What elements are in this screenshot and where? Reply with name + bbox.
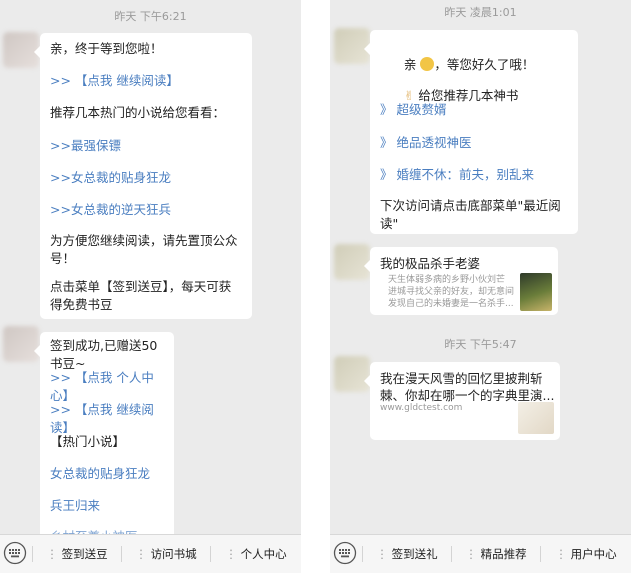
- timestamp: 昨天 下午5:47: [444, 338, 517, 351]
- menu-checkin-gift[interactable]: ⋮ 签到送礼: [363, 535, 451, 573]
- right-chat-screen: 昨天 凌晨1:01 亲 ，等您好久了哦！ ✌ 给您推荐几本神书 》 超级赘婿 》…: [330, 0, 631, 573]
- menu-checkin-beans[interactable]: ⋮ 签到送豆: [33, 535, 121, 573]
- novel-link[interactable]: >>女总裁的贴身狂龙: [50, 169, 244, 187]
- card-thumbnail: [520, 273, 552, 311]
- keyboard-icon[interactable]: [333, 541, 357, 565]
- timestamp: 昨天 下午6:21: [114, 10, 187, 23]
- article-card[interactable]: 我在漫天风雪的回忆里披荆斩 棘、你却在哪一个的字典里演... www.gldct…: [364, 362, 560, 440]
- keyboard-icon[interactable]: [3, 541, 27, 565]
- message-line: 下次访问请点击底部菜单"最近阅 读": [380, 198, 561, 231]
- bottom-menu-bar: ⋮ 签到送礼 ⋮ 精品推荐 ⋮ 用户中心: [330, 534, 631, 573]
- message-line: 点击菜单【签到送豆】，每天可获 得免费书豆: [50, 279, 232, 312]
- novel-link[interactable]: >>最强保镖: [50, 137, 244, 155]
- novel-link[interactable]: 》 绝品透视神医: [380, 134, 570, 152]
- timestamp: 昨天 凌晨1:01: [444, 6, 517, 19]
- message-line: 推荐几本热门的小说给您看看：: [50, 105, 226, 120]
- card-thumbnail: [518, 402, 554, 434]
- personal-center-link[interactable]: >> 【点我 个人中心】: [50, 369, 166, 405]
- bottom-menu-bar: ⋮ 签到送豆 ⋮ 访问书城 ⋮ 个人中心: [0, 534, 301, 573]
- left-chat-screen: 昨天 下午6:21 亲，终于等到您啦！ >> 【点我 继续阅读】 推荐几本热门的…: [0, 0, 301, 573]
- menu-dots-icon: ⋮: [135, 547, 151, 561]
- message-line: 亲，终于等到您啦！: [50, 41, 163, 56]
- card-url: www.gldctest.com: [380, 403, 463, 413]
- menu-dots-icon: ⋮: [225, 547, 241, 561]
- message-line: 为方便您继续阅读，请先置顶公众 号！: [50, 233, 238, 266]
- card-title: 我在漫天风雪的回忆里披荆斩 棘、你却在哪一个的字典里演...: [380, 371, 555, 403]
- card-title: 我的极品杀手老婆: [380, 256, 481, 271]
- novel-link[interactable]: 女总裁的贴身狂龙: [50, 465, 166, 483]
- novel-link[interactable]: >>女总裁的逆天狂兵: [50, 201, 244, 219]
- message-line: 签到成功,已赠送50书豆~: [50, 338, 158, 371]
- novel-link[interactable]: 》 超级赘婿: [380, 101, 570, 119]
- novel-link[interactable]: 》 婚缠不休：前夫，别乱来: [380, 166, 570, 184]
- menu-bookstore[interactable]: ⋮ 访问书城: [122, 535, 210, 573]
- article-card[interactable]: 我的极品杀手老婆 天生体弱多病的乡野小伙刘芒 进城寻找父亲的好友，却无意间 发现…: [364, 247, 558, 315]
- message-bubble: 亲 ，等您好久了哦！ ✌ 给您推荐几本神书 》 超级赘婿 》 绝品透视神医 》 …: [364, 30, 578, 234]
- card-description: 天生体弱多病的乡野小伙刘芒 进城寻找父亲的好友，却无意间 发现自己的未婚妻是一名…: [388, 275, 515, 309]
- novel-link[interactable]: 兵王归来: [50, 497, 166, 515]
- menu-dots-icon: ⋮: [555, 547, 571, 561]
- message-bubble: 签到成功,已赠送50书豆~ >> 【点我 个人中心】 >> 【点我 继续阅读】 …: [34, 332, 174, 547]
- menu-user-center[interactable]: ⋮ 用户中心: [541, 535, 631, 573]
- continue-reading-link[interactable]: >> 【点我 继续阅读】: [50, 401, 166, 437]
- menu-recommended[interactable]: ⋮ 精品推荐: [452, 535, 540, 573]
- continue-reading-link[interactable]: >> 【点我 继续阅读】: [50, 72, 244, 90]
- menu-dots-icon: ⋮: [465, 547, 481, 561]
- menu-dots-icon: ⋮: [376, 547, 392, 561]
- menu-personal-center[interactable]: ⋮ 个人中心: [211, 535, 301, 573]
- menu-dots-icon: ⋮: [46, 547, 62, 561]
- message-line: 【热门小说】: [50, 434, 126, 449]
- message-bubble: 亲，终于等到您啦！ >> 【点我 继续阅读】 推荐几本热门的小说给您看看： >>…: [34, 33, 252, 319]
